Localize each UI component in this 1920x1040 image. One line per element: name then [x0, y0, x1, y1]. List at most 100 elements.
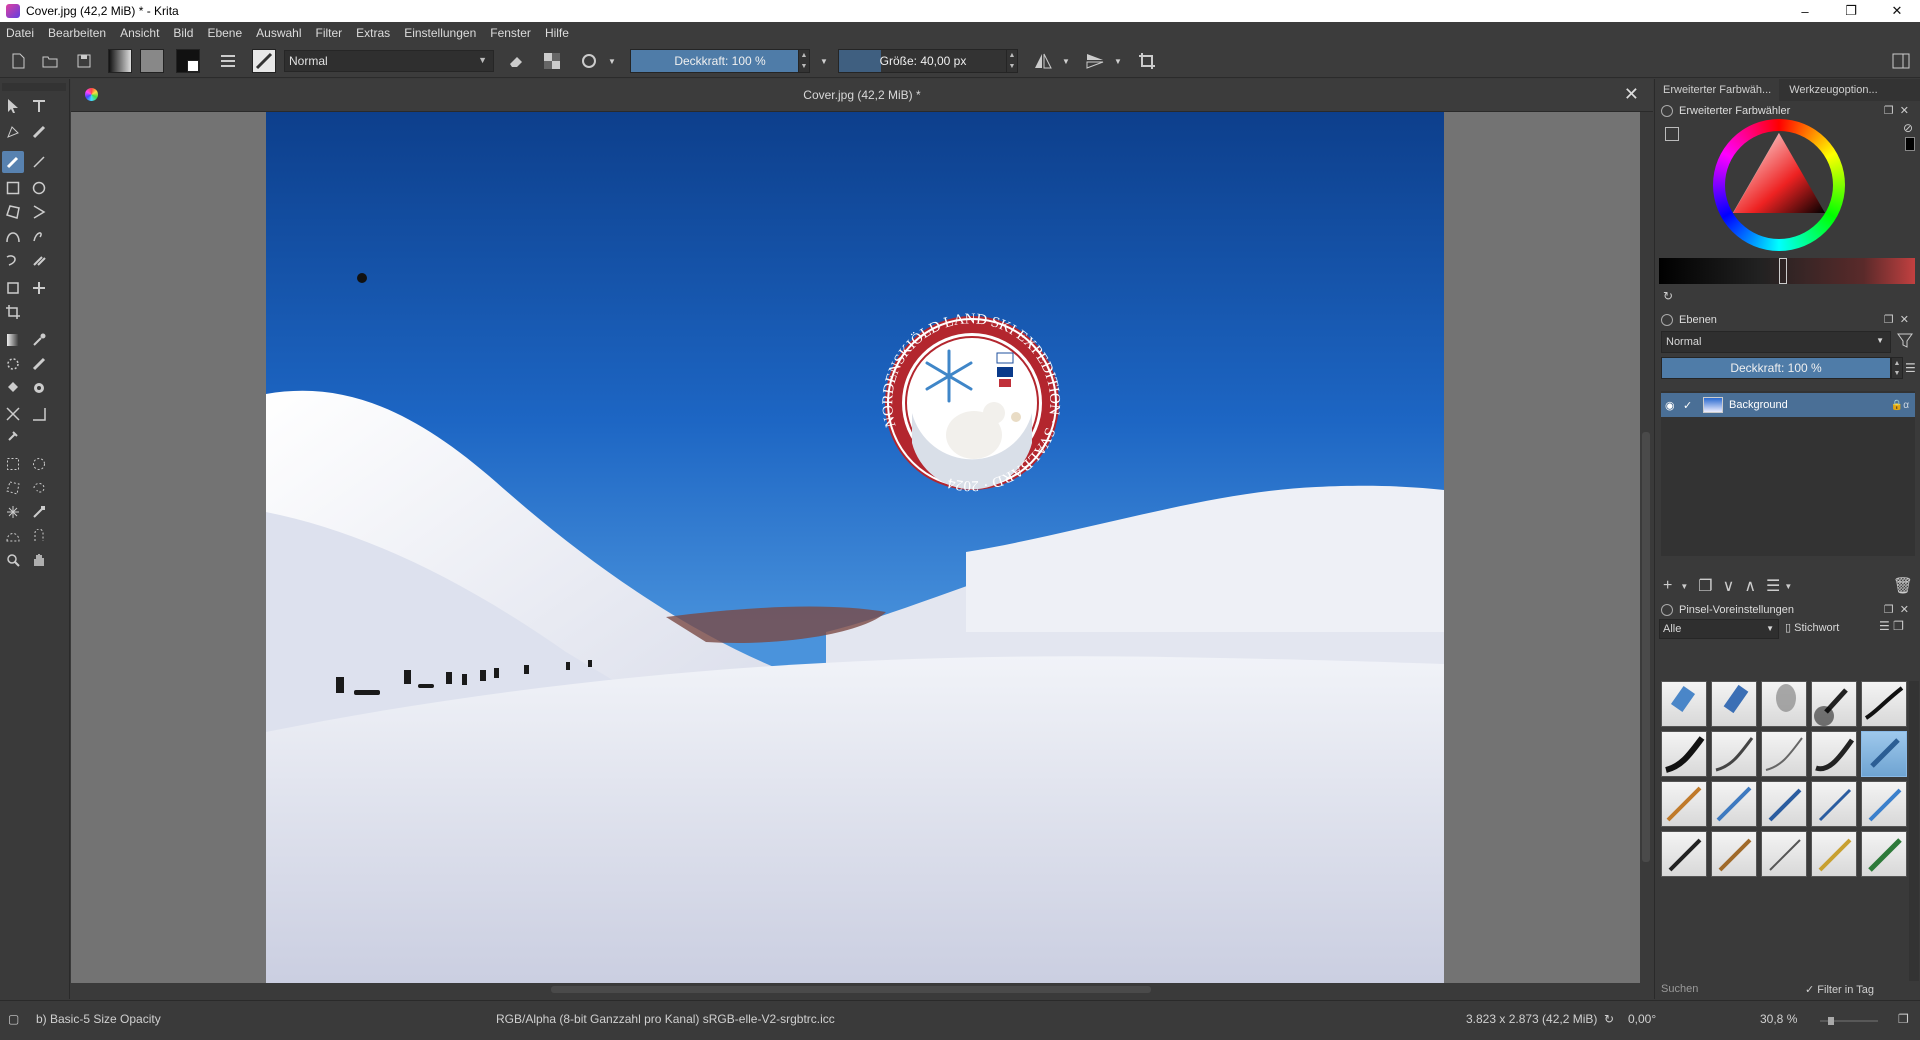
colorize-mask-tool-icon[interactable]: [2, 353, 24, 375]
close-icon[interactable]: ✕: [1874, 0, 1920, 22]
brush-settings-icon[interactable]: [218, 50, 238, 72]
image-canvas[interactable]: NORDENSKIÖLD LAND SKI EXPEDITION · SVALB…: [266, 112, 1444, 996]
bezier-selection-tool-icon[interactable]: [2, 525, 24, 547]
zoom-slider[interactable]: [1814, 1015, 1884, 1025]
similar-color-selection-tool-icon[interactable]: [28, 501, 50, 523]
size-spin-icon[interactable]: ▲ ▼: [1006, 49, 1018, 73]
layer-properties-icon[interactable]: ☰: [1766, 576, 1780, 596]
calligraphy-tool-icon[interactable]: [28, 121, 50, 143]
brush-preset-pencil-7[interactable]: [1711, 831, 1757, 877]
crop-tool-icon[interactable]: [2, 301, 24, 323]
current-color-swatch[interactable]: [1905, 137, 1915, 151]
freehand-brush-tool-icon[interactable]: [2, 151, 24, 173]
brush-preset-eraser-soft[interactable]: [1711, 681, 1757, 727]
fill-tool-icon[interactable]: [2, 377, 24, 399]
duplicate-layer-icon[interactable]: ❐: [1698, 576, 1712, 596]
transform-tool-icon[interactable]: [2, 277, 24, 299]
brush-preset-ink-1[interactable]: [1861, 681, 1907, 727]
reference-images-tool-icon[interactable]: [2, 425, 24, 447]
color-picker-tool-icon[interactable]: [28, 329, 50, 351]
pan-tool-icon[interactable]: [28, 549, 50, 571]
toolbox-grip[interactable]: [2, 83, 66, 91]
brush-preset-pen-3[interactable]: [1861, 831, 1907, 877]
vertical-scrollbar-thumb[interactable]: [1642, 432, 1650, 862]
chevron-down-icon[interactable]: ▼: [606, 50, 618, 72]
tab-advanced-color-selector[interactable]: Erweiterter Farbwäh...: [1655, 79, 1780, 101]
color-history-strip[interactable]: [1659, 258, 1915, 284]
open-document-icon[interactable]: [40, 50, 60, 72]
wrap-around-icon[interactable]: [1136, 50, 1158, 72]
multibrush-tool-icon[interactable]: [28, 249, 50, 271]
menu-bild[interactable]: Bild: [173, 26, 193, 40]
magnetic-selection-tool-icon[interactable]: [28, 525, 50, 547]
brush-preset-pencil-5[interactable]: [1861, 781, 1907, 827]
move-layer-up-icon[interactable]: ∧: [1744, 576, 1756, 596]
ellipse-tool-icon[interactable]: [28, 177, 50, 199]
fullscreen-icon[interactable]: ❐: [1898, 1012, 1909, 1026]
brush-tag-button[interactable]: ▯ Stichwort: [1785, 621, 1839, 634]
move-layer-down-icon[interactable]: ∨: [1723, 576, 1735, 596]
brush-preset-icon[interactable]: [252, 49, 276, 73]
elliptical-selection-tool-icon[interactable]: [28, 453, 50, 475]
refresh-icon[interactable]: ↻: [1663, 289, 1673, 303]
reload-preset-icon[interactable]: [578, 50, 600, 72]
eraser-icon[interactable]: [505, 50, 527, 72]
add-layer-icon[interactable]: +: [1663, 577, 1672, 595]
pattern-swatch[interactable]: [140, 49, 164, 73]
menu-hilfe[interactable]: Hilfe: [545, 26, 569, 40]
gradient-tool-icon[interactable]: [2, 329, 24, 351]
blend-mode-select[interactable]: Normal ▼: [284, 50, 494, 72]
dynamic-brush-tool-icon[interactable]: [2, 249, 24, 271]
opacity-slider[interactable]: Deckkraft: 100 %: [630, 49, 810, 73]
layers-blend-select[interactable]: Normal ▼: [1661, 331, 1891, 353]
brush-preset-marker[interactable]: [1811, 731, 1857, 777]
checkmark-icon[interactable]: ✓: [1683, 399, 1697, 412]
polygon-tool-icon[interactable]: [2, 201, 24, 223]
brush-preset-ink-2[interactable]: [1661, 731, 1707, 777]
close-icon[interactable]: ✕: [1624, 84, 1639, 105]
foreground-background-color-icon[interactable]: [176, 49, 200, 73]
rotation-icon[interactable]: ↻: [1604, 1012, 1614, 1026]
menu-ansicht[interactable]: Ansicht: [120, 26, 159, 40]
filter-in-tag-checkbox[interactable]: ✓ Filter in Tag: [1805, 983, 1874, 996]
current-brush-label[interactable]: b) Basic-5 Size Opacity: [36, 1012, 161, 1026]
brush-grid-scrollbar[interactable]: [1909, 681, 1919, 981]
contiguous-selection-tool-icon[interactable]: [2, 501, 24, 523]
zoom-value[interactable]: 30,8 %: [1760, 1012, 1797, 1026]
chevron-down-icon[interactable]: ▼: [1060, 50, 1072, 72]
layer-lock-alpha-icons[interactable]: 🔒α: [1891, 400, 1909, 411]
brush-preset-pencil-3[interactable]: [1761, 781, 1807, 827]
filter-icon[interactable]: [1897, 333, 1913, 352]
vertical-scrollbar[interactable]: [1640, 112, 1653, 996]
horizontal-scrollbar[interactable]: [71, 983, 1640, 996]
gradient-swatch[interactable]: [108, 49, 132, 73]
layer-opacity-slider[interactable]: Deckkraft: 100 %: [1661, 357, 1891, 379]
tab-tool-options[interactable]: Werkzeugoption...: [1781, 79, 1886, 101]
delete-layer-icon[interactable]: 🗑: [1893, 576, 1913, 596]
select-shapes-tool-icon[interactable]: [2, 95, 24, 117]
rotation-value[interactable]: 0,00°: [1628, 1012, 1656, 1026]
new-document-icon[interactable]: [8, 50, 28, 72]
view-options-icon[interactable]: ☰ ❐: [1879, 619, 1904, 633]
freehand-selection-tool-icon[interactable]: [28, 477, 50, 499]
restore-icon[interactable]: ❐: [1828, 0, 1874, 22]
assistant-tool-icon[interactable]: [2, 403, 24, 425]
alpha-lock-icon[interactable]: [541, 50, 563, 72]
menu-datei[interactable]: Datei: [6, 26, 34, 40]
brush-preset-blur[interactable]: [1761, 681, 1807, 727]
menu-bearbeiten[interactable]: Bearbeiten: [48, 26, 106, 40]
horizontal-scrollbar-thumb[interactable]: [551, 986, 1151, 993]
chevron-down-icon[interactable]: ▼: [1112, 50, 1124, 72]
mirror-horizontal-icon[interactable]: [1032, 50, 1054, 72]
dock-layout-icon[interactable]: [1890, 50, 1912, 72]
size-slider[interactable]: Größe: 40,00 px: [838, 49, 1008, 73]
smart-patch-tool-icon[interactable]: [28, 353, 50, 375]
edit-shapes-tool-icon[interactable]: [2, 121, 24, 143]
mirror-vertical-icon[interactable]: [1084, 50, 1106, 72]
measure-tool-icon[interactable]: [28, 403, 50, 425]
brush-preset-ink-3[interactable]: [1711, 731, 1757, 777]
menu-icon[interactable]: ☰: [1905, 361, 1916, 375]
menu-filter[interactable]: Filter: [316, 26, 343, 40]
chevron-down-icon[interactable]: ▼: [818, 50, 830, 72]
brush-preset-pencil-2[interactable]: [1711, 781, 1757, 827]
